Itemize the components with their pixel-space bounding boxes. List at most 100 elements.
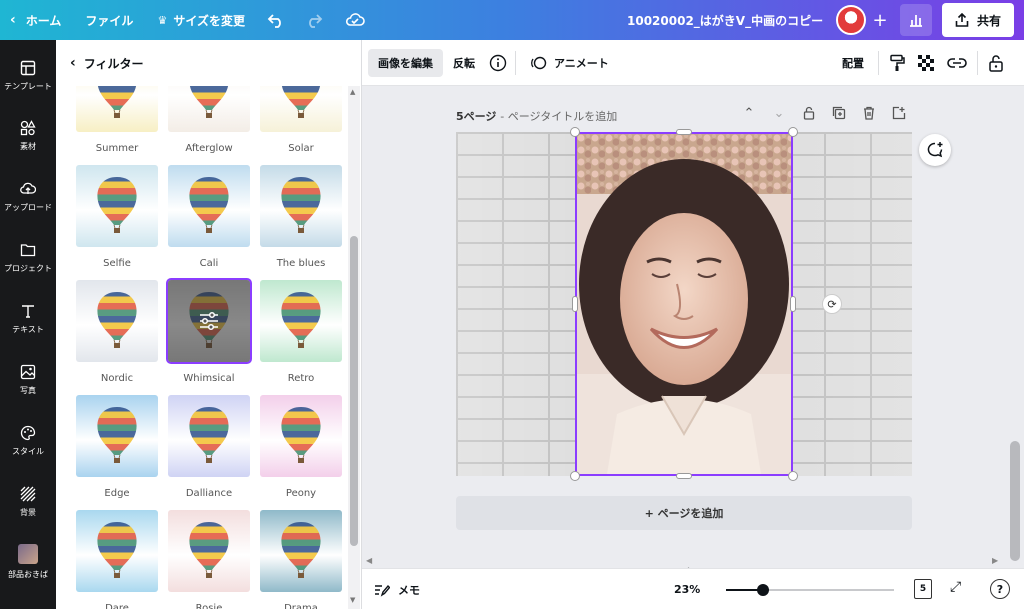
- rotate-handle[interactable]: ⟳: [822, 294, 842, 314]
- zoom-slider[interactable]: [726, 584, 894, 596]
- file-menu-button[interactable]: ファイル: [73, 0, 145, 40]
- flip-button[interactable]: 反転: [443, 49, 485, 77]
- filter-panel: ‹ フィルター Summer Afterglow Solar Selfie Cali Th…: [56, 40, 362, 609]
- transparency-button[interactable]: [911, 49, 941, 77]
- panel-scrollbar[interactable]: ▲ ▼: [348, 86, 360, 609]
- notes-button[interactable]: メモ: [374, 569, 420, 609]
- filter-option[interactable]: Nordic: [76, 280, 158, 384]
- undo-button[interactable]: [257, 0, 295, 40]
- filter-option[interactable]: Rosie: [168, 510, 250, 609]
- resize-handle-bottom-left[interactable]: [570, 471, 580, 481]
- resize-handle-bottom[interactable]: [676, 473, 692, 479]
- rail-item-style[interactable]: スタイル: [0, 413, 56, 469]
- resize-handle-top-right[interactable]: [788, 127, 798, 137]
- filter-panel-header[interactable]: ‹ フィルター: [56, 40, 362, 86]
- copy-style-button[interactable]: [883, 49, 911, 77]
- rail-label: 部品おきば: [8, 570, 48, 579]
- rail-item-text[interactable]: テキスト: [0, 291, 56, 347]
- add-page-button[interactable]: + ページを追加: [456, 496, 912, 530]
- hot-air-balloon-icon: [97, 407, 137, 463]
- home-button[interactable]: ‹ ホーム: [0, 0, 73, 40]
- insights-button[interactable]: [900, 4, 932, 36]
- fullscreen-icon[interactable]: ⤢: [950, 579, 961, 595]
- filter-option[interactable]: Whimsical: [166, 278, 252, 384]
- chevron-down-icon[interactable]: ⌄: [770, 106, 788, 124]
- cloud-save-button[interactable]: [333, 0, 377, 40]
- zoom-slider-knob[interactable]: [756, 584, 769, 596]
- page-title-input[interactable]: ページタイトルを追加: [508, 110, 618, 123]
- scroll-right-icon[interactable]: ▶: [992, 556, 998, 565]
- filter-option[interactable]: Peony: [260, 395, 342, 499]
- filter-option[interactable]: Retro: [260, 280, 342, 384]
- lock-button[interactable]: [982, 49, 1010, 77]
- canvas-vertical-scrollbar[interactable]: [1006, 86, 1024, 566]
- filter-list-scroll[interactable]: Summer Afterglow Solar Selfie Cali The blues N…: [56, 86, 346, 609]
- resize-button[interactable]: ♛ サイズを変更: [145, 0, 257, 40]
- help-icon[interactable]: ?: [990, 579, 1010, 599]
- scroll-down-icon[interactable]: ▼: [350, 596, 355, 604]
- filter-option[interactable]: Summer: [76, 86, 158, 154]
- rotate-icon: ⟳: [827, 297, 837, 311]
- design-canvas[interactable]: 5ページ - ページタイトルを追加 ⌃ ⌄ ⟳ + ページを追加: [362, 86, 1014, 566]
- redo-button[interactable]: [295, 0, 333, 40]
- animate-button[interactable]: アニメート: [520, 49, 619, 77]
- rail-item-elements[interactable]: 素材: [0, 108, 56, 164]
- add-page-icon[interactable]: [890, 106, 908, 124]
- filter-option[interactable]: Drama: [260, 510, 342, 609]
- toolbar-divider: [878, 50, 879, 75]
- document-title[interactable]: 10020002_はがきV_中画のコピー: [627, 0, 823, 40]
- duplicate-page-icon[interactable]: [830, 106, 848, 124]
- filter-option[interactable]: Cali: [168, 165, 250, 269]
- rail-item-background[interactable]: 背景: [0, 474, 56, 530]
- link-button[interactable]: [941, 49, 973, 77]
- page-count-button[interactable]: 5: [914, 579, 932, 599]
- resize-handle-top-left[interactable]: [570, 127, 580, 137]
- panel-scrollbar-thumb[interactable]: [350, 236, 358, 546]
- cloud-check-icon: [345, 13, 365, 26]
- edit-image-button[interactable]: 画像を編集: [368, 48, 443, 77]
- resize-handle-right[interactable]: [790, 296, 796, 312]
- page-header[interactable]: 5ページ - ページタイトルを追加: [456, 108, 617, 124]
- rail-item-project[interactable]: プロジェクト: [0, 230, 56, 286]
- rail-item-upload[interactable]: アップロード: [0, 169, 56, 225]
- filter-preview: [168, 395, 250, 477]
- info-button[interactable]: [485, 49, 511, 77]
- rail-item-photo[interactable]: 写真: [0, 352, 56, 408]
- add-collaborator-button[interactable]: +: [866, 5, 894, 35]
- resize-handle-bottom-right[interactable]: [788, 471, 798, 481]
- trash-icon[interactable]: [860, 106, 878, 124]
- scroll-up-icon[interactable]: ▲: [350, 88, 355, 96]
- filter-option[interactable]: Afterglow: [168, 86, 250, 154]
- zoom-value[interactable]: 23%: [674, 569, 700, 609]
- selected-photo[interactable]: [575, 132, 793, 476]
- filter-adjust-overlay[interactable]: [168, 280, 250, 362]
- position-button[interactable]: 配置: [832, 49, 874, 77]
- add-comment-button[interactable]: [919, 134, 951, 166]
- filter-option[interactable]: Selfie: [76, 165, 158, 269]
- filter-preview: [260, 280, 342, 362]
- file-label: ファイル: [85, 13, 134, 28]
- filter-option[interactable]: Edge: [76, 395, 158, 499]
- resize-handle-top[interactable]: [676, 129, 692, 135]
- filter-label: Dalliance: [185, 488, 233, 499]
- page-lock-icon[interactable]: [800, 106, 818, 124]
- share-upload-icon: [955, 13, 969, 27]
- rail-item-parts[interactable]: 部品おきば: [0, 534, 56, 590]
- canvas-horizontal-scrollbar[interactable]: ◀ ▶: [362, 556, 1004, 568]
- resize-handle-left[interactable]: [572, 296, 578, 312]
- link-icon: [947, 57, 967, 68]
- share-button[interactable]: 共有: [942, 3, 1014, 37]
- filter-option[interactable]: Dare: [76, 510, 158, 609]
- filter-option[interactable]: The blues: [260, 165, 342, 269]
- avatar[interactable]: [836, 5, 866, 35]
- notes-icon: [375, 584, 390, 597]
- chevron-up-icon[interactable]: ⌃: [740, 106, 758, 124]
- canvas-scrollbar-thumb[interactable]: [1010, 441, 1020, 561]
- filter-label: The blues: [276, 258, 326, 269]
- toolbar-divider: [515, 50, 516, 75]
- scroll-left-icon[interactable]: ◀: [366, 556, 372, 565]
- filter-option[interactable]: Dalliance: [168, 395, 250, 499]
- text-icon: [22, 305, 34, 318]
- filter-option[interactable]: Solar: [260, 86, 342, 154]
- rail-item-template[interactable]: テンプレート: [0, 48, 56, 104]
